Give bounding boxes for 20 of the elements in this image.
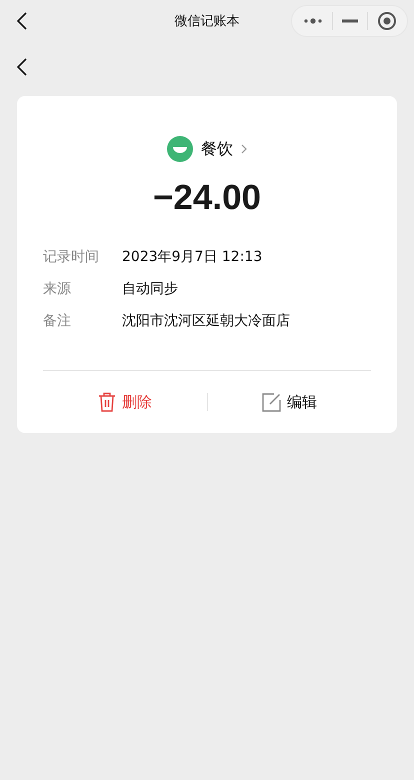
field-value: 2023年9月7日 12:13 [122,248,262,266]
field-label: 备注 [43,312,72,330]
trash-icon [98,392,116,412]
close-icon[interactable] [376,11,396,31]
category-link[interactable]: 餐饮 [201,138,233,160]
field-value: 自动同步 [122,280,178,298]
more-icon[interactable] [302,18,322,24]
window-title: 微信记账本 [174,13,240,30]
back-icon[interactable] [16,11,28,31]
delete-button[interactable]: 删除 [122,392,152,412]
bowl-icon [167,136,193,162]
edit-button[interactable]: 编辑 [286,392,317,412]
edit-icon [262,392,281,412]
field-label: 来源 [43,280,72,298]
back-icon[interactable] [16,57,28,77]
chevron-right-icon[interactable] [241,144,247,154]
field-value: 沈阳市沈河区延朝大冷面店 [122,312,290,330]
amount: −24.00 [152,178,262,218]
field-label: 记录时间 [43,248,100,266]
minimize-icon[interactable] [342,19,358,23]
